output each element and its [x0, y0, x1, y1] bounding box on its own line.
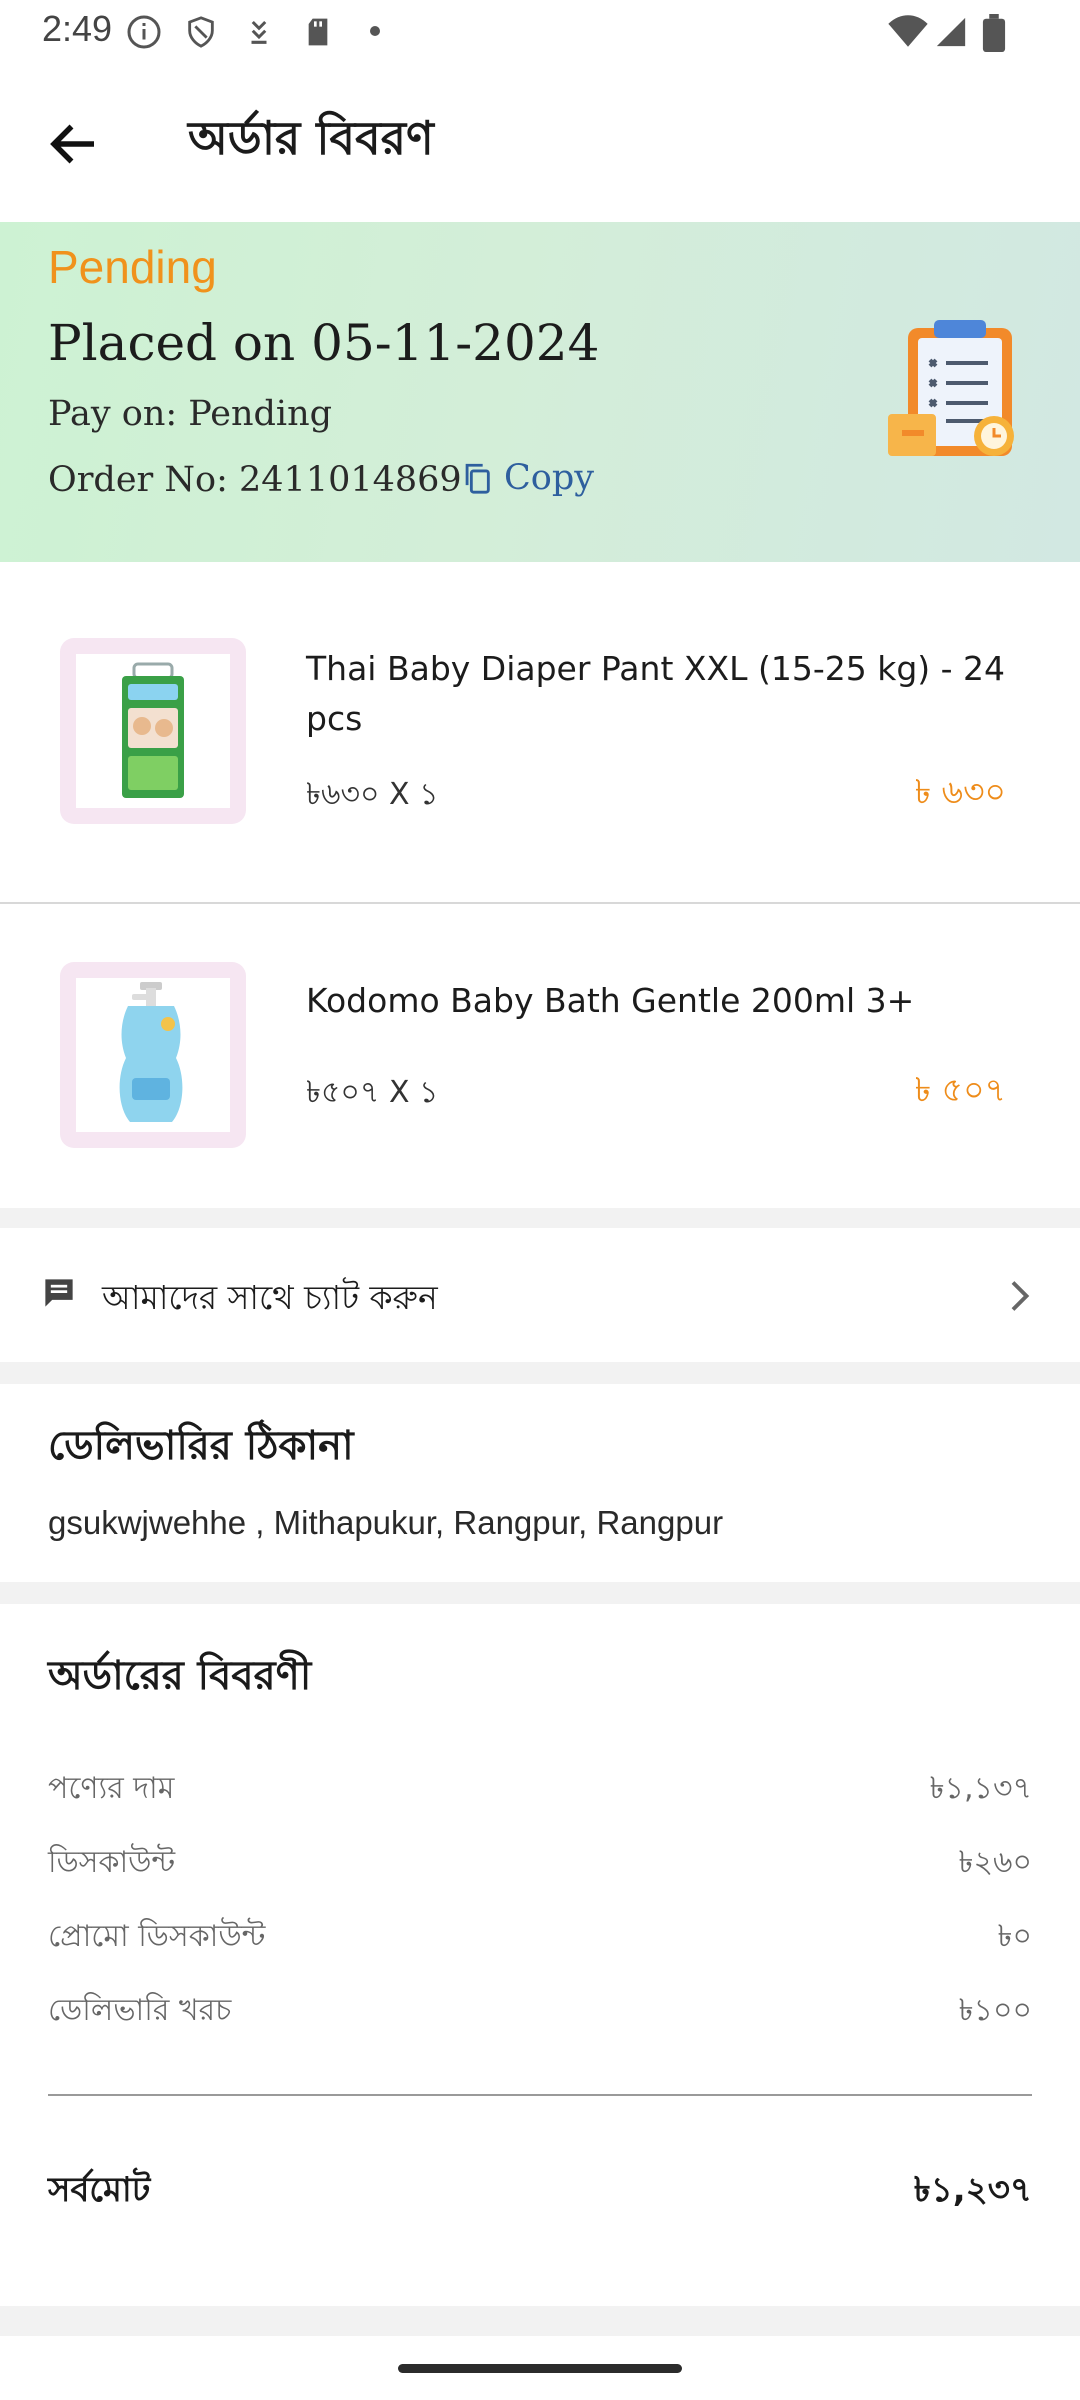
grand-total-value: ৳১,২৩৭: [913, 2170, 1032, 2210]
chat-icon: [45, 1279, 73, 1307]
summary-row-label: ডিসকাউন্ট: [48, 1845, 176, 1880]
order-status: Pending: [48, 241, 217, 293]
copy-label: Copy: [504, 458, 595, 498]
section-separator: [0, 1208, 1080, 1228]
order-number: Order No: 2411014869: [48, 460, 462, 500]
order-placed-date: Placed on 05-11-2024: [48, 314, 600, 372]
product-unit-price-qty: ৳৬৩০ X ১: [306, 777, 439, 812]
product-total-price: ৳ ৬৩০: [914, 772, 1006, 811]
download-icon: [251, 20, 267, 44]
summary-divider: [48, 2094, 1032, 2096]
status-time: 2:49: [42, 8, 113, 49]
order-summary-title: অর্ডারের বিবরণী: [48, 1653, 312, 1699]
bath-bottle-image: [119, 982, 183, 1122]
gesture-nav-bar[interactable]: [398, 2364, 682, 2373]
diaper-pack-image: [122, 662, 184, 798]
battery-icon: [982, 14, 1006, 52]
back-arrow-icon[interactable]: [44, 114, 104, 174]
chat-label: আমাদের সাথে চ্যাট করুন: [102, 1278, 438, 1317]
status-bar: 2:49: [0, 0, 1080, 64]
page-title: অর্ডার বিবরণ: [188, 111, 434, 165]
product-name: Kodomo Baby Bath Gentle 200ml 3+: [306, 981, 915, 1020]
signal-icon: [936, 17, 966, 47]
info-icon: [127, 15, 161, 49]
summary-row-value: ৳১০০: [958, 1993, 1032, 2028]
chat-with-us-row[interactable]: আমাদের সাথে চ্যাট করুন: [0, 1228, 1080, 1362]
wifi-icon: [888, 15, 928, 47]
summary-row-value: ৳০: [997, 1919, 1032, 1954]
order-item[interactable]: Kodomo Baby Bath Gentle 200ml 3+ ৳৫০৭ X …: [0, 904, 1080, 1206]
copy-order-number-button[interactable]: Copy: [460, 458, 594, 498]
notification-dot-icon: [370, 26, 380, 36]
clipboard-icon: [888, 320, 1014, 456]
sd-card-icon: [308, 18, 328, 46]
product-thumbnail: [60, 962, 246, 1148]
product-unit-price-qty: ৳৫০৭ X ১: [306, 1075, 439, 1110]
payment-status: Pay on: Pending: [48, 394, 333, 434]
delivery-address-title: ডেলিভারির ঠিকানা: [48, 1423, 354, 1469]
summary-row-label: পণ্যের দাম: [48, 1771, 175, 1806]
section-separator: [0, 1362, 1080, 1384]
summary-row-label: ডেলিভারি খরচ: [48, 1993, 232, 2028]
chevron-right-icon: [1011, 1281, 1030, 1311]
app-bar: অর্ডার বিবরণ: [0, 64, 1080, 220]
copy-icon: [465, 463, 490, 494]
shield-icon: [188, 16, 214, 48]
section-separator: [0, 2306, 1080, 2336]
product-thumbnail: [60, 638, 246, 824]
product-total-price: ৳ ৫০৭: [914, 1070, 1006, 1109]
summary-row-value: ৳২৬০: [958, 1845, 1032, 1880]
section-separator: [0, 1582, 1080, 1604]
order-item[interactable]: Thai Baby Diaper Pant XXL (15-25 kg) - 2…: [0, 564, 1080, 902]
delivery-address: gsukwjwehhe , Mithapukur, Rangpur, Rangp…: [48, 1504, 724, 1541]
summary-row-value: ৳১,১৩৭: [929, 1771, 1032, 1806]
grand-total-label: সর্বমোট: [48, 2170, 151, 2210]
order-status-card: Pending Placed on 05-11-2024 Pay on: Pen…: [0, 222, 1080, 562]
product-name: Thai Baby Diaper Pant XXL (15-25 kg) - 2…: [306, 649, 1006, 738]
summary-row-label: প্রোমো ডিসকাউন্ট: [48, 1919, 266, 1954]
